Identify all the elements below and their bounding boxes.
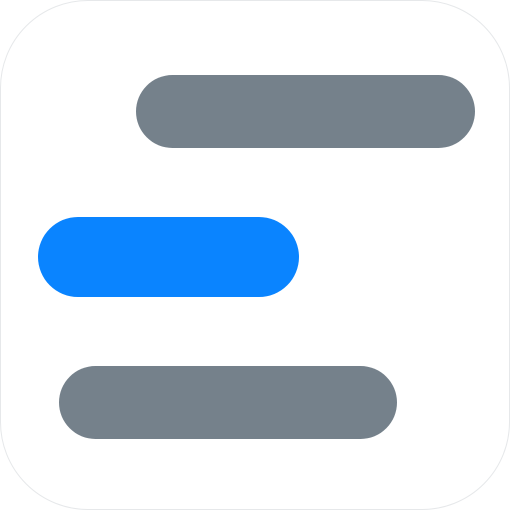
app-icon-tile — [0, 0, 510, 510]
gray-bar-top — [136, 75, 475, 148]
accent-bar-middle — [38, 217, 299, 297]
gray-bar-bottom — [59, 366, 397, 439]
